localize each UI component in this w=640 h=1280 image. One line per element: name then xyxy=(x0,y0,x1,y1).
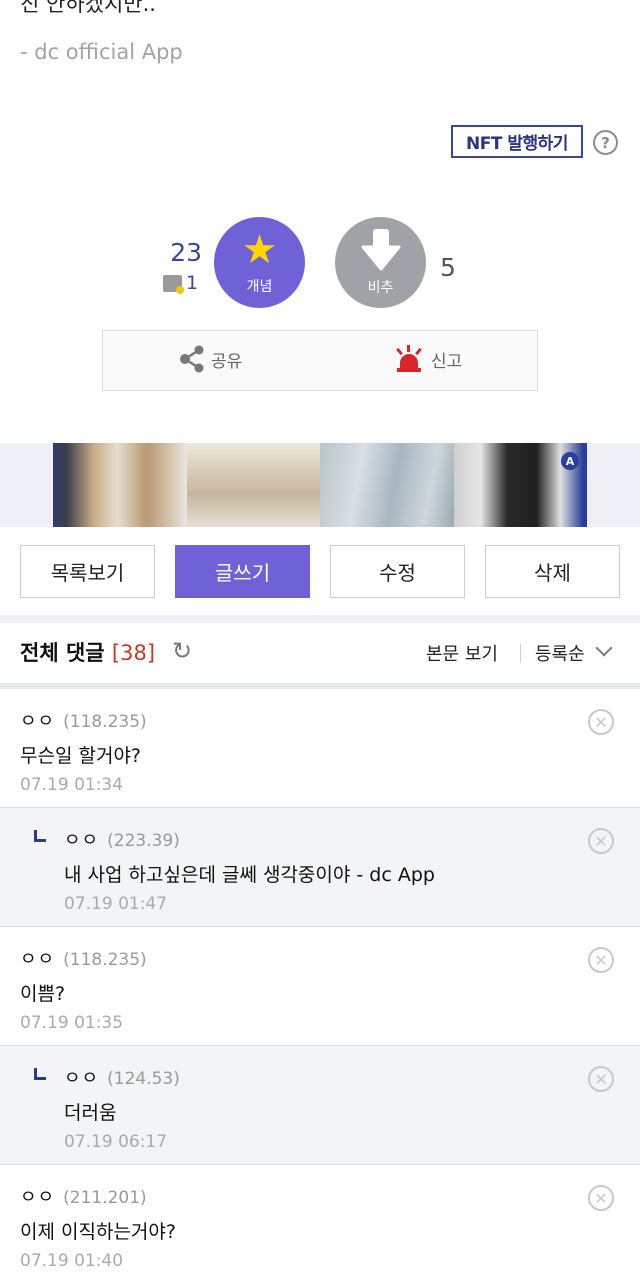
comment-text: 내 사업 하고싶은데 글쎄 생각중이야 - dc App xyxy=(64,864,435,886)
post-text-line: 진 안하겠지만.. xyxy=(20,0,156,16)
upvote-label: 개념 xyxy=(246,278,273,295)
comment-item: ㅇㅇ (118.235) 무슨일 할거야? 07.19 01:34 ✕ xyxy=(0,689,640,808)
star-icon: ★ xyxy=(241,226,278,273)
fixed-user-icon xyxy=(163,274,184,294)
siren-icon xyxy=(395,345,423,373)
reply-item: ㅇㅇ (124.53) 더러움 07.19 06:17 ✕ xyxy=(0,1046,640,1165)
delete-comment-icon[interactable]: ✕ xyxy=(588,709,614,735)
upvote-count: 23 xyxy=(170,238,202,267)
delete-comment-icon[interactable]: ✕ xyxy=(588,828,614,854)
share-label: 공유 xyxy=(211,351,243,372)
post-body-end: 진 안하겠지만.. - dc official App NFT 발행하기 ? 2… xyxy=(0,0,640,440)
refresh-icon[interactable]: ↻ xyxy=(172,637,192,665)
ad-image-blouse[interactable] xyxy=(186,443,320,527)
comment-item: ㅇㅇ (211.201) 이제 이직하는거야? 07.19 01:40 ✕ xyxy=(0,1165,640,1280)
arrow-down-icon xyxy=(361,228,400,270)
comment-nickname[interactable]: ㅇㅇ xyxy=(20,707,55,733)
comment-date: 07.19 01:40 xyxy=(20,1251,124,1271)
downvote-label: 비추 xyxy=(367,279,394,296)
delete-button[interactable]: 삭제 xyxy=(485,545,620,598)
delete-comment-icon[interactable]: ✕ xyxy=(588,1185,614,1211)
view-body-button[interactable]: 본문 보기 xyxy=(426,640,498,666)
comment-author: ㅇㅇ (211.201) xyxy=(20,1183,147,1209)
fixed-upvote: 1 xyxy=(163,272,198,294)
comment-ip: (118.235) xyxy=(63,950,147,970)
comments-header: 전체 댓글 [38] ↻ 본문 보기 등록순 xyxy=(0,623,640,683)
comment-author: ㅇㅇ (118.235) xyxy=(20,707,147,733)
comment-nickname[interactable]: ㅇㅇ xyxy=(64,826,99,852)
edit-button[interactable]: 수정 xyxy=(330,545,465,598)
comment-text: 더러움 xyxy=(64,1102,117,1124)
comment-author: ㅇㅇ (118.235) xyxy=(20,945,147,971)
comment-nickname[interactable]: ㅇㅇ xyxy=(20,1183,55,1209)
upvote-button[interactable]: ★ 개념 xyxy=(214,217,305,308)
fixed-upvote-count: 1 xyxy=(186,272,199,294)
comments-title: 전체 댓글 [38] xyxy=(20,637,155,667)
comment-nickname[interactable]: ㅇㅇ xyxy=(64,1064,99,1090)
downvote-button[interactable]: 비추 xyxy=(335,217,426,308)
share-button[interactable]: 공유 xyxy=(179,345,242,373)
comment-date: 07.19 06:17 xyxy=(64,1132,168,1152)
comment-author: ㅇㅇ (223.39) xyxy=(64,826,180,852)
nft-issue-button[interactable]: NFT 발행하기 xyxy=(451,125,583,158)
chevron-down-icon[interactable] xyxy=(595,639,613,657)
comments-count: [38] xyxy=(111,641,156,665)
ad-banner[interactable]: A xyxy=(0,443,640,527)
ad-images[interactable] xyxy=(53,443,587,527)
report-label: 신고 xyxy=(431,351,463,372)
write-button[interactable]: 글쓰기 xyxy=(175,545,310,598)
comment-date: 07.19 01:47 xyxy=(64,894,168,914)
post-signature: - dc official App xyxy=(20,40,183,64)
post-button-row: 목록보기 글쓰기 수정 삭제 xyxy=(20,545,620,598)
comment-ip: (118.235) xyxy=(63,712,147,732)
comment-text: 무슨일 할거야? xyxy=(20,745,142,767)
ad-image-jacket[interactable] xyxy=(53,443,187,527)
comment-ip: (124.53) xyxy=(107,1069,180,1089)
comment-date: 07.19 01:34 xyxy=(20,775,124,795)
section-divider xyxy=(0,615,640,623)
delete-comment-icon[interactable]: ✕ xyxy=(588,947,614,973)
comment-author: ㅇㅇ (124.53) xyxy=(64,1064,180,1090)
help-icon[interactable]: ? xyxy=(593,130,618,155)
reply-item: ㅇㅇ (223.39) 내 사업 하고싶은데 글쎄 생각중이야 - dc App… xyxy=(0,808,640,927)
header-divider xyxy=(520,644,521,662)
sort-dropdown[interactable]: 등록순 xyxy=(535,640,585,666)
comment-ip: (223.39) xyxy=(107,831,180,851)
reply-arrow-icon xyxy=(34,830,46,842)
comment-nickname[interactable]: ㅇㅇ xyxy=(20,945,55,971)
share-report-box: 공유 신고 xyxy=(102,330,538,391)
comment-text: 이쁨? xyxy=(20,983,66,1005)
share-icon xyxy=(180,345,204,373)
ad-badge-icon[interactable]: A xyxy=(561,452,579,470)
comment-ip: (211.201) xyxy=(63,1188,147,1208)
comments-title-text: 전체 댓글 xyxy=(20,641,105,665)
report-button[interactable]: 신고 xyxy=(395,345,462,373)
comment-text: 이제 이직하는거야? xyxy=(20,1221,176,1243)
list-button[interactable]: 목록보기 xyxy=(20,545,155,598)
delete-comment-icon[interactable]: ✕ xyxy=(588,1066,614,1092)
downvote-count: 5 xyxy=(440,253,456,282)
reply-arrow-icon xyxy=(34,1068,46,1080)
ad-image-jeans[interactable] xyxy=(320,443,454,527)
comment-item: ㅇㅇ (118.235) 이쁨? 07.19 01:35 ✕ xyxy=(0,927,640,1046)
comment-date: 07.19 01:35 xyxy=(20,1013,124,1033)
